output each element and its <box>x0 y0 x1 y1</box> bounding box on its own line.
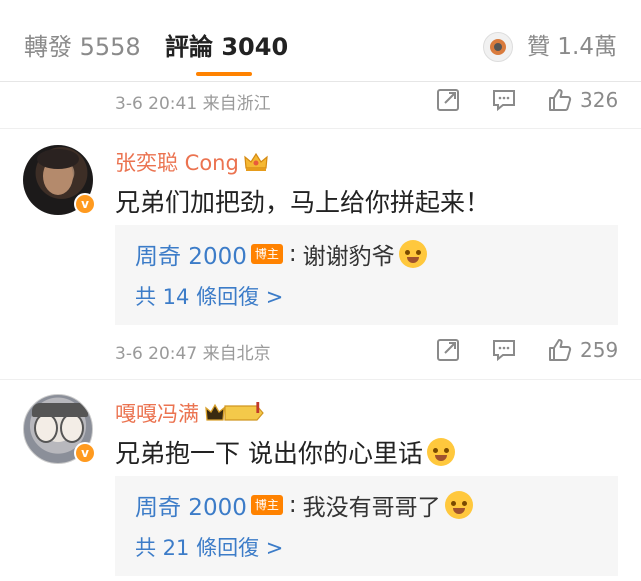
comment-item: v 嘎嘎冯满 I 兄弟抱一下 说出你的心里话 周奇 2000 博主 : 我没有哥… <box>0 380 641 581</box>
reply-text: 我没有哥哥了 <box>302 495 441 521</box>
comment-username[interactable]: 嘎嘎冯满 I <box>115 398 265 428</box>
comment-icon[interactable] <box>491 87 517 113</box>
username-text: 张奕聪 Cong <box>115 151 239 175</box>
author-badge: 博主 <box>250 495 283 515</box>
comment-item: v 张奕聪 Cong 兄弟们加把劲，马上给你拼起来！ 周奇 2000 博主 : … <box>0 129 641 379</box>
reaction-avatar-icon <box>483 32 514 62</box>
verified-badge-icon: v <box>74 193 96 215</box>
reply-line: 周奇 2000 博主 : 我没有哥哥了 <box>135 488 473 522</box>
vip-level: I <box>255 399 261 417</box>
thumbs-up-icon[interactable] <box>547 337 573 363</box>
reply-colon: : <box>288 492 297 518</box>
crying-emoji-icon <box>398 240 427 268</box>
verified-badge-icon: v <box>74 442 96 464</box>
more-replies-link[interactable]: 共 14 條回復 > <box>135 281 283 311</box>
tab-comments[interactable]: 評論 3040 <box>165 32 288 62</box>
comment-time-location: 3-6 20:41 来自浙江 <box>115 94 271 114</box>
reply-username[interactable]: 周奇 2000 <box>135 488 247 522</box>
comment-text-body: 兄弟抱一下 说出你的心里话 <box>115 439 423 468</box>
reply-username[interactable]: 周奇 2000 <box>135 237 247 271</box>
likes-label: 贊 1.4萬 <box>527 34 617 60</box>
tab-likes[interactable]: 贊 1.4萬 <box>483 32 617 62</box>
more-replies-link[interactable]: 共 21 條回復 > <box>135 532 283 562</box>
like-count: 259 <box>580 338 619 362</box>
comment-icon[interactable] <box>491 337 517 363</box>
tabs-bar: 轉發 5558 評論 3040 贊 1.4萬 <box>0 0 641 82</box>
reply-box[interactable]: 周奇 2000 博主 : 谢谢豹爷 共 14 條回復 > <box>115 225 618 325</box>
crown-icon <box>243 151 269 173</box>
comment-meta-row: 3-6 20:41 来自浙江 326 <box>0 79 641 125</box>
share-icon[interactable] <box>435 87 461 113</box>
username-text: 嘎嘎冯满 <box>115 402 199 426</box>
reply-colon: : <box>288 241 297 267</box>
active-tab-underline <box>196 72 252 76</box>
comment-time-location: 3-6 20:47 来自北京 <box>115 344 271 364</box>
comment-text: 兄弟抱一下 说出你的心里话 <box>115 434 455 470</box>
author-badge: 博主 <box>250 244 283 264</box>
reply-line: 周奇 2000 博主 : 谢谢豹爷 <box>135 237 427 271</box>
tab-repost[interactable]: 轉發 5558 <box>24 32 141 62</box>
reply-box[interactable]: 周奇 2000 博主 : 我没有哥哥了 共 21 條回復 > <box>115 476 618 576</box>
crying-emoji-icon <box>444 491 473 519</box>
share-icon[interactable] <box>435 337 461 363</box>
comment-meta-row: 3-6 20:47 来自北京 259 <box>0 329 641 375</box>
laughing-emoji-icon <box>426 438 455 466</box>
comment-username[interactable]: 张奕聪 Cong <box>115 147 269 177</box>
reply-text: 谢谢豹爷 <box>302 244 395 270</box>
thumbs-up-icon[interactable] <box>547 87 573 113</box>
comment-text: 兄弟们加把劲，马上给你拼起来！ <box>115 188 491 217</box>
like-count: 326 <box>580 88 619 112</box>
